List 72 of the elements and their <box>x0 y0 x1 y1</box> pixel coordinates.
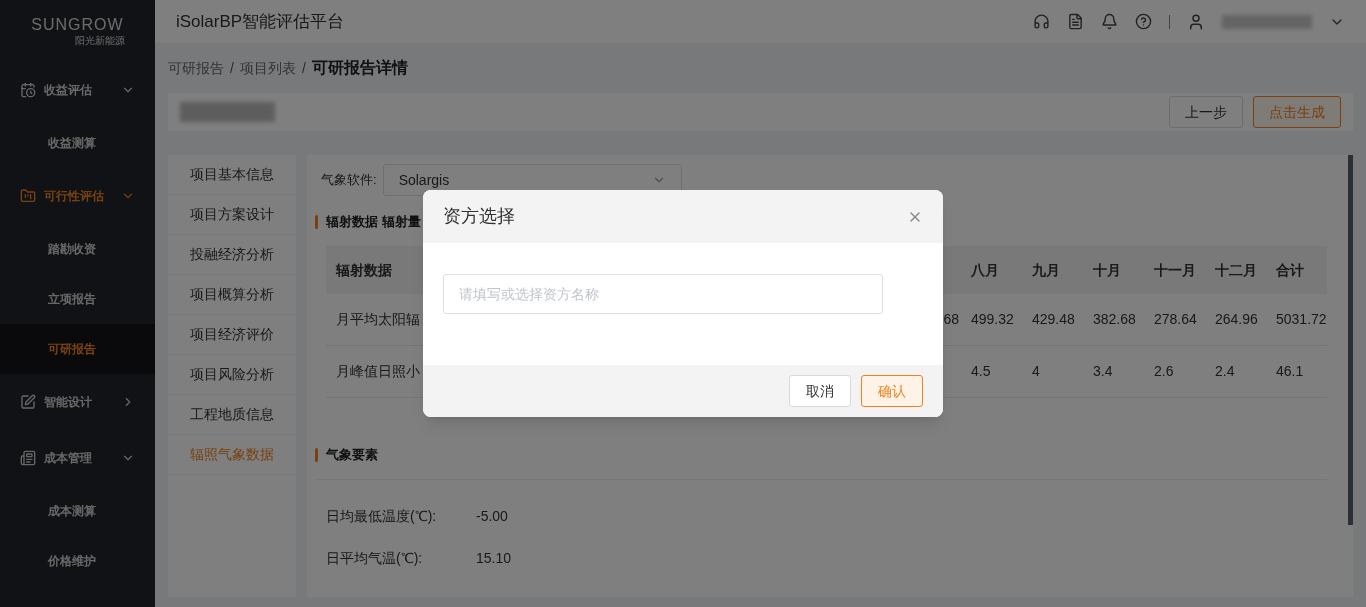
column-header: 九月 <box>1022 245 1083 294</box>
column-header: 十二月 <box>1205 245 1266 294</box>
breadcrumb-item[interactable]: 可研报告 <box>168 57 224 79</box>
table-cell: 4 <box>1032 363 1040 379</box>
table-cell: 月平均太阳辐 <box>336 310 420 327</box>
scrollbar[interactable] <box>1348 155 1353 525</box>
menu-item[interactable]: 收益评估 <box>0 62 155 118</box>
nav-item[interactable]: 项目经济评价 <box>168 315 296 355</box>
submenu-item[interactable]: 踏勘收资 <box>0 224 155 274</box>
column-header: 十一月 <box>1144 245 1205 294</box>
app-title: iSolarBP智能评估平台 <box>176 10 346 33</box>
nav-item[interactable]: 工程地质信息 <box>168 395 296 435</box>
logo-tagline: 阳光新能源 <box>75 35 125 46</box>
table-cell: 499.32 <box>971 310 1014 327</box>
nav-item[interactable]: 项目风险分析 <box>168 355 296 395</box>
submenu-item[interactable]: 收益测算 <box>0 118 155 168</box>
submenu-item[interactable]: 立项报告 <box>0 274 155 324</box>
table-cell: 2.6 <box>1154 363 1174 379</box>
section-marker <box>315 447 318 462</box>
field-label: 气象软件: <box>321 171 377 190</box>
logo-text: SUNGROW <box>31 16 124 33</box>
nav-item[interactable]: 辐照气象数据 <box>168 435 296 475</box>
dialog-button[interactable]: 取消 <box>789 375 851 407</box>
table-cell: 月峰值日照小 <box>336 363 420 379</box>
table-cell: 382.68 <box>1093 310 1136 327</box>
headset-icon[interactable] <box>1033 13 1050 30</box>
bell-icon[interactable] <box>1101 13 1118 30</box>
section-title: 辐射数据 辐射量 <box>326 213 421 231</box>
table-cell: 3.4 <box>1093 363 1113 379</box>
submenu-item[interactable]: 成本测算 <box>0 486 155 536</box>
action-button[interactable]: 点击生成 <box>1253 96 1341 128</box>
table-cell: 46.1 <box>1276 363 1304 379</box>
table-cell: 264.96 <box>1215 310 1258 327</box>
submenu-item[interactable]: 可研报告 <box>0 324 155 374</box>
table-cell: 5031.72 <box>1276 310 1327 327</box>
menu-icon <box>20 394 36 410</box>
column-header: 合计 <box>1266 245 1327 294</box>
menu-icon <box>20 82 36 98</box>
table-cell: 278.64 <box>1154 310 1197 327</box>
table-cell: 429.48 <box>1032 310 1075 327</box>
section-title: 气象要素 <box>326 446 378 464</box>
dialog-button[interactable]: 确认 <box>861 375 923 407</box>
menu-item[interactable]: 成本管理 <box>0 430 155 486</box>
table-cell: 4.5 <box>971 363 991 379</box>
nav-item[interactable]: 项目方案设计 <box>168 195 296 235</box>
table-cell: 68 <box>943 310 959 327</box>
menu-item[interactable]: 可行性评估 <box>0 168 155 224</box>
menu-item[interactable]: 智能设计 <box>0 374 155 430</box>
user-icon[interactable] <box>1187 12 1205 31</box>
table-cell: 2.4 <box>1215 363 1235 379</box>
field-value: 15.10 <box>476 548 512 568</box>
menu-icon <box>20 188 36 204</box>
breadcrumb-separator: / <box>301 58 306 78</box>
dialog-title: 资方选择 <box>443 205 516 228</box>
nav-item[interactable]: 项目概算分析 <box>168 275 296 315</box>
help-icon[interactable] <box>1135 13 1152 30</box>
breadcrumb-separator: / <box>230 58 234 78</box>
column-header: 十月 <box>1083 245 1144 294</box>
nav-item[interactable]: 投融经济分析 <box>168 235 296 275</box>
field-label: 日平均气温(℃): <box>326 548 424 568</box>
breadcrumb-item: 可研报告详情 <box>311 58 408 78</box>
document-icon[interactable] <box>1067 13 1084 30</box>
investor-input[interactable]: 请填写或选择资方名称 <box>443 274 883 314</box>
action-button[interactable]: 上一步 <box>1169 96 1243 128</box>
menu-icon <box>20 450 36 466</box>
submenu-item[interactable]: 价格维护 <box>0 536 155 586</box>
section-marker <box>315 214 318 229</box>
breadcrumb-item[interactable]: 项目列表 <box>239 57 296 79</box>
field-label: 日均最低温度(℃): <box>326 506 438 526</box>
nav-item[interactable]: 项目基本信息 <box>168 155 296 195</box>
column-header: 八月 <box>961 245 1022 294</box>
field-value: -5.00 <box>476 506 508 526</box>
